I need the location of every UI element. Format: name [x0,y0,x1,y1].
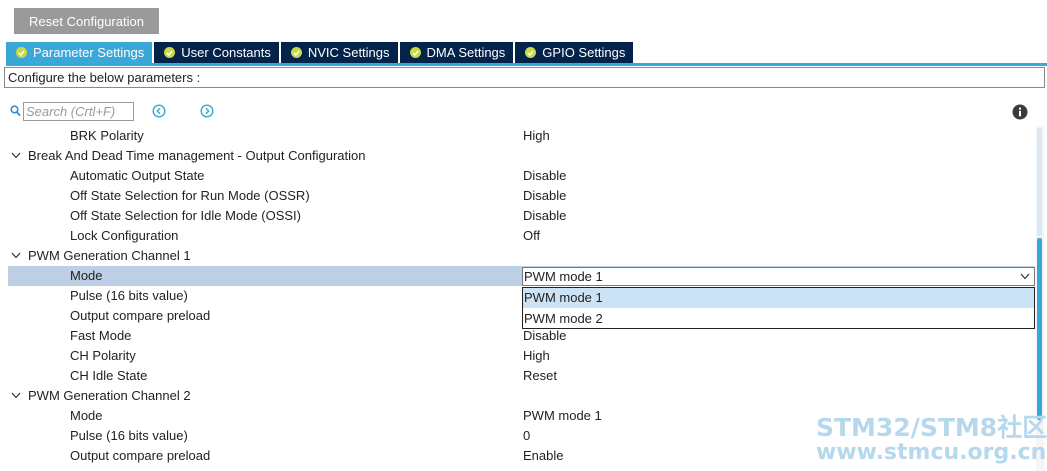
param-group[interactable]: Break And Dead Time management - Output … [8,146,1034,166]
mode-option[interactable]: PWM mode 1 [523,288,1034,308]
tab-label: Parameter Settings [33,45,145,60]
tab-label: User Constants [181,45,271,60]
tab-label: GPIO Settings [542,45,626,60]
reset-configuration-button[interactable]: Reset Configuration [14,8,159,34]
param-group[interactable]: PWM Generation Channel 1 [8,246,1034,266]
chevron-down-icon[interactable] [11,252,21,259]
tab-dma-settings[interactable]: DMA Settings [399,42,514,63]
param-label: Fast Mode [70,328,132,343]
param-label: BRK Polarity [70,128,144,143]
watermark-url: www.stmcu.org.cn [816,440,1047,465]
config-label-box: Configure the below parameters : [4,67,1045,88]
param-row[interactable]: CH Polarity High [8,346,1034,366]
chevron-down-icon[interactable] [11,392,21,399]
param-row[interactable]: Off State Selection for Idle Mode (OSSI)… [8,206,1034,226]
param-label: Pulse (16 bits value) [70,288,188,303]
scrollbar-thumb[interactable] [1037,238,1042,420]
param-row[interactable]: Automatic Output State Disable [8,166,1034,186]
param-label: Lock Configuration [70,228,179,243]
chevron-down-icon[interactable] [1020,273,1030,280]
mode-dropdown-list: PWM mode 1 PWM mode 2 [522,287,1035,329]
tab-bar: Parameter Settings User Constants NVIC Set… [6,42,635,63]
param-label: Off State Selection for Run Mode (OSSR) [70,188,310,203]
param-value[interactable]: 0 [523,428,530,443]
param-label: Pulse (16 bits value) [70,428,188,443]
param-row[interactable]: CH Idle State Reset [8,366,1034,386]
param-label: CH Polarity [70,348,136,363]
param-label: Output compare preload [70,448,211,463]
tab-label: NVIC Settings [307,45,390,60]
param-value[interactable]: High [523,348,550,363]
param-label: Off State Selection for Idle Mode (OSSI) [70,208,301,223]
mode-option-label: PWM mode 2 [524,311,603,326]
check-icon [164,47,176,58]
mode-option[interactable]: PWM mode 2 [523,309,1034,329]
param-value[interactable]: Disable [523,188,566,203]
tab-nvic-settings[interactable]: NVIC Settings [280,42,398,63]
mode-select[interactable]: PWM mode 1 [522,267,1035,286]
check-icon [16,47,27,58]
check-icon [409,47,421,58]
param-row[interactable]: Off State Selection for Run Mode (OSSR) D… [8,186,1034,206]
param-value[interactable]: High [523,128,550,143]
tab-label: DMA Settings [426,45,506,60]
param-group[interactable]: PWM Generation Channel 2 [8,386,1034,406]
param-label: PWM Generation Channel 1 [28,248,191,263]
param-row[interactable]: Lock Configuration Off [8,226,1034,246]
param-row[interactable]: BRK Polarity High [8,126,1034,146]
param-label: Automatic Output State [70,168,205,183]
search-icon[interactable] [10,105,21,117]
tab-user-constants[interactable]: User Constants [154,42,279,63]
param-label: Output compare preload [70,308,211,323]
chevron-left-icon[interactable] [152,104,166,118]
chevron-down-icon[interactable] [11,152,21,159]
param-value[interactable]: Off [523,228,540,243]
param-value[interactable]: Reset [523,368,557,383]
param-value[interactable]: Disable [523,168,566,183]
info-icon[interactable] [1012,104,1028,120]
search-input[interactable] [23,102,134,121]
param-value[interactable]: PWM mode 1 [523,408,602,423]
param-value[interactable]: Disable [523,328,566,343]
config-label: Configure the below parameters : [8,70,201,85]
param-label: Break And Dead Time management - Output … [28,148,366,163]
chevron-right-icon[interactable] [200,104,214,118]
watermark-title: STM32/STM8社区 [816,413,1047,442]
param-value[interactable]: Disable [523,208,566,223]
check-icon [525,47,537,58]
tab-gpio-settings[interactable]: GPIO Settings [515,42,634,63]
scrollbar-upper-track[interactable] [1037,128,1042,236]
mode-option-label: PWM mode 1 [524,290,603,305]
param-label: Mode [70,408,103,423]
tab-underline [6,63,1047,66]
param-label: Mode [70,268,103,283]
param-label: PWM Generation Channel 2 [28,388,191,403]
tab-parameter-settings[interactable]: Parameter Settings [6,42,153,63]
param-row[interactable]: Fast Mode Disable [8,326,1034,346]
mode-select-value: PWM mode 1 [524,269,603,284]
param-label: CH Idle State [70,368,148,383]
param-value[interactable]: Enable [523,448,563,463]
check-icon [290,47,302,58]
